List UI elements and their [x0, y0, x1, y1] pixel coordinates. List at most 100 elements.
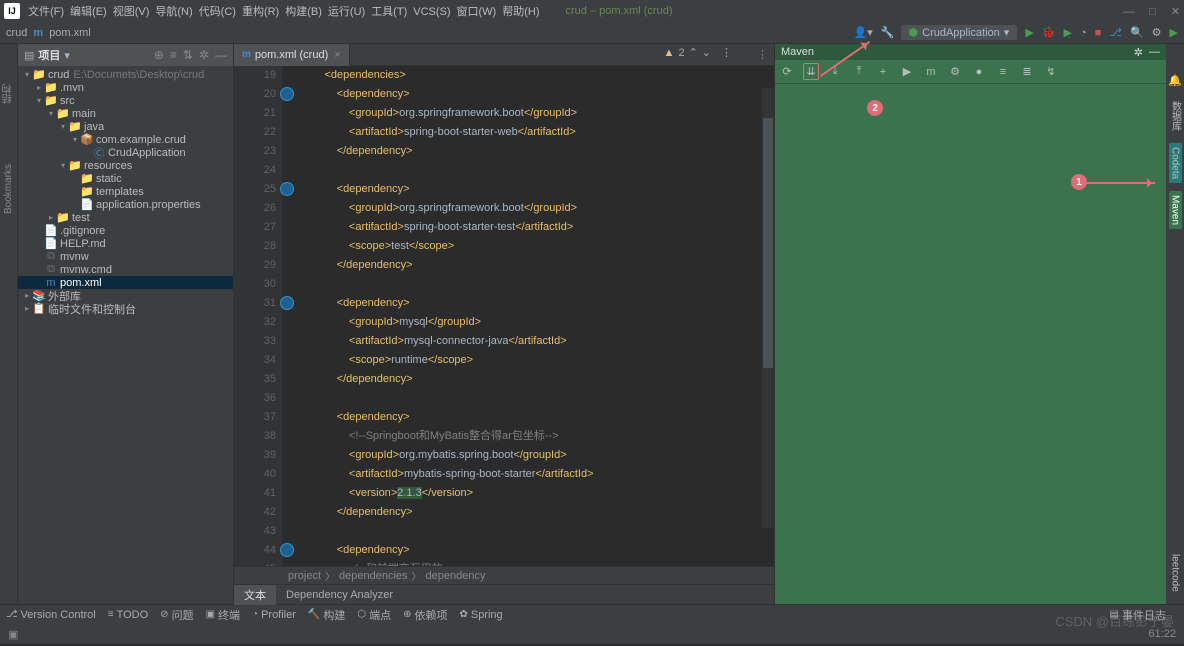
menu-11[interactable]: 帮助(H): [502, 6, 539, 18]
tree-item[interactable]: ▸📁.mvn: [18, 81, 233, 94]
next-highlight-icon[interactable]: ⌄: [702, 46, 711, 59]
right-tool-codota[interactable]: Codeta: [1169, 143, 1182, 183]
run-button[interactable]: ▶: [1025, 26, 1033, 39]
status-left-icon[interactable]: ▣: [8, 628, 18, 641]
menu-4[interactable]: 代码(C): [199, 6, 236, 18]
tree-item[interactable]: ▾📁resources: [18, 159, 233, 172]
editor-body[interactable]: 1920212223242526272829303132333435363738…: [234, 66, 774, 566]
prev-highlight-icon[interactable]: ⌃: [689, 46, 698, 59]
coverage-button[interactable]: ▶̣: [1063, 26, 1071, 39]
gutter-run-icon[interactable]: [280, 543, 294, 557]
menu-3[interactable]: 导航(N): [155, 6, 192, 18]
bottom-tool-8[interactable]: ✿Spring: [459, 607, 502, 623]
editor-tab-pom[interactable]: m pom.xml (crud) ×: [234, 44, 350, 66]
code-line[interactable]: </dependency>: [300, 370, 774, 389]
bottom-tool-7[interactable]: ⊕依赖项: [403, 607, 447, 623]
left-tool-structure[interactable]: 结构: [1, 84, 16, 104]
editor-scrollbar[interactable]: [762, 88, 774, 528]
user-icon[interactable]: 👤▾: [854, 26, 873, 39]
tree-arrow-icon[interactable]: ▸: [34, 83, 44, 92]
debug-button[interactable]: 🐞: [1042, 26, 1056, 39]
settings-button[interactable]: ⚙: [1152, 26, 1162, 39]
tree-item[interactable]: ▾📁java: [18, 120, 233, 133]
maven-toolbar-btn-5[interactable]: ▶: [899, 65, 915, 78]
tree-item[interactable]: ▾📦com.example.crud: [18, 133, 233, 146]
code-line[interactable]: <groupId>mysql</groupId>: [300, 313, 774, 332]
code-line[interactable]: <groupId>org.springframework.boot</group…: [300, 104, 774, 123]
code-line[interactable]: <artifactId>spring-boot-starter-web</art…: [300, 123, 774, 142]
tree-item[interactable]: 📄.gitignore: [18, 224, 233, 237]
tree-item[interactable]: ⧉mvnw: [18, 250, 233, 263]
code-line[interactable]: <dependency>: [300, 294, 774, 313]
tabs-menu-icon[interactable]: ⋮: [757, 48, 768, 61]
run-config-selector[interactable]: ⬢ CrudApplication ▾: [901, 25, 1018, 40]
tree-arrow-icon[interactable]: ▾: [34, 96, 44, 105]
code-line[interactable]: <artifactId>mysql-connector-java</artifa…: [300, 332, 774, 351]
minimize-button[interactable]: —: [1123, 6, 1134, 18]
right-tool-maven[interactable]: Maven: [1169, 191, 1182, 229]
project-view-icon[interactable]: ▤: [24, 49, 34, 62]
breadcrumb-item[interactable]: dependency: [426, 570, 486, 582]
menu-5[interactable]: 重构(R): [242, 6, 279, 18]
code-line[interactable]: <version>2.1.3</version>: [300, 484, 774, 503]
code-line[interactable]: [300, 522, 774, 541]
left-tool-bookmarks[interactable]: Bookmarks: [3, 164, 14, 214]
code-line[interactable]: [300, 275, 774, 294]
line-gutter[interactable]: 1920212223242526272829303132333435363738…: [234, 66, 282, 566]
tree-item[interactable]: ▾📁src: [18, 94, 233, 107]
tab-close-icon[interactable]: ×: [334, 49, 340, 61]
profiler-button[interactable]: ◔: [1080, 27, 1087, 39]
tree-item[interactable]: ▸📁test: [18, 211, 233, 224]
code-line[interactable]: <!--Springboot和MyBatis整合得ar包坐标-->: [300, 427, 774, 446]
breadcrumb-item[interactable]: dependencies: [339, 570, 408, 582]
code-content[interactable]: <dependencies> <dependency> <groupId>org…: [282, 66, 774, 566]
tree-arrow-icon[interactable]: ▾: [70, 135, 80, 144]
bottom-tool-6[interactable]: ⬡端点: [357, 607, 391, 623]
tree-arrow-icon[interactable]: ▸: [46, 213, 56, 222]
code-line[interactable]: <artifactId>spring-boot-starter-test</ar…: [300, 218, 774, 237]
tree-arrow-icon[interactable]: ▾: [46, 109, 56, 118]
tree-item[interactable]: ⧉mvnw.cmd: [18, 263, 233, 276]
tree-item[interactable]: 📄application.properties: [18, 198, 233, 211]
bottom-tool-1[interactable]: ≡TODO: [108, 607, 148, 623]
maven-toolbar-btn-10[interactable]: ≣: [1019, 65, 1035, 78]
project-header-btn-0[interactable]: ⊕: [154, 48, 164, 62]
bottom-tool-2[interactable]: ⊘问题: [160, 607, 193, 623]
tree-arrow-icon[interactable]: ▾: [58, 122, 68, 131]
gutter-run-icon[interactable]: [280, 182, 294, 196]
menu-1[interactable]: 编辑(E): [70, 6, 107, 18]
menu-0[interactable]: 文件(F): [28, 6, 64, 18]
bottom-tool-3[interactable]: ▣终端: [206, 607, 240, 623]
maven-toolbar-btn-4[interactable]: +: [875, 66, 891, 78]
code-line[interactable]: <scope>test</scope>: [300, 237, 774, 256]
tree-item[interactable]: ▾📁crudE:\Documets\Desktop\crud: [18, 68, 233, 81]
editor-tab-text[interactable]: 文本: [234, 585, 276, 605]
code-line[interactable]: <!--和前端交互用的-->: [300, 560, 774, 566]
tree-arrow-icon[interactable]: ▸: [22, 304, 32, 313]
ide-button[interactable]: ▶: [1170, 26, 1178, 39]
code-line[interactable]: <dependency>: [300, 541, 774, 560]
bottom-tool-5[interactable]: 🔨构建: [308, 607, 345, 623]
code-line[interactable]: </dependency>: [300, 503, 774, 522]
editor-inspections[interactable]: ▲ 2 ⌃ ⌄ ⋮: [664, 46, 732, 59]
close-button[interactable]: ✕: [1171, 6, 1180, 18]
maven-settings-icon[interactable]: ✲: [1134, 46, 1143, 59]
maven-toolbar-btn-3[interactable]: ⤒: [851, 65, 867, 78]
code-line[interactable]: <artifactId>mybatis-spring-boot-starter<…: [300, 465, 774, 484]
bottom-tool-0[interactable]: ⎇Version Control: [6, 607, 96, 623]
tree-item[interactable]: 📄HELP.md: [18, 237, 233, 250]
code-line[interactable]: <dependencies>: [300, 66, 774, 85]
maven-toolbar-btn-6[interactable]: m: [923, 66, 939, 78]
menu-6[interactable]: 构建(B): [285, 6, 322, 18]
event-log-button[interactable]: ▤事件日志: [1110, 607, 1166, 623]
maximize-button[interactable]: □: [1149, 6, 1156, 18]
tree-item[interactable]: 📁templates: [18, 185, 233, 198]
tree-item[interactable]: 📁static: [18, 172, 233, 185]
code-line[interactable]: <dependency>: [300, 85, 774, 104]
caret-position[interactable]: 61:22: [1148, 628, 1176, 640]
code-line[interactable]: [300, 161, 774, 180]
gutter-run-icon[interactable]: [280, 87, 294, 101]
notifications-icon[interactable]: 🔔: [1168, 74, 1182, 87]
bottom-tool-4[interactable]: ◔Profiler: [252, 607, 296, 623]
menu-2[interactable]: 视图(V): [113, 6, 150, 18]
